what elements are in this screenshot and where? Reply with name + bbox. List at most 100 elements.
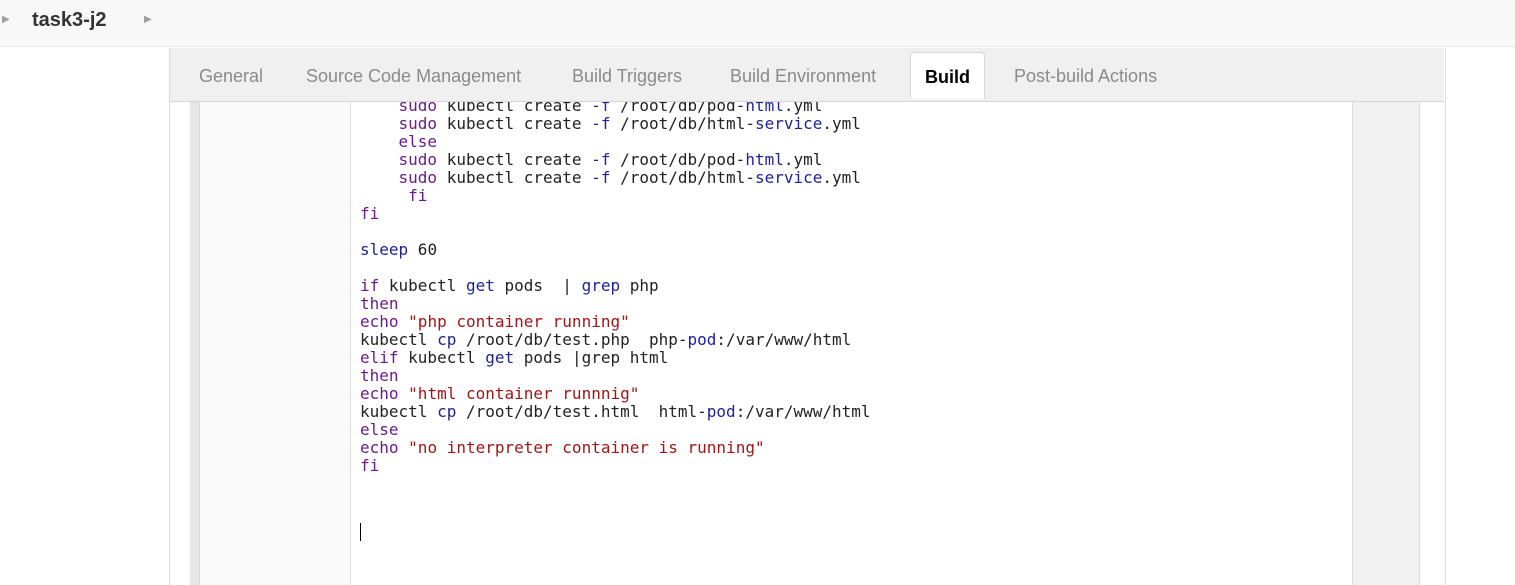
code-token: pods |grep html bbox=[514, 348, 669, 367]
code-token: -f bbox=[591, 150, 611, 169]
code-line: fi bbox=[360, 457, 871, 475]
code-token: php bbox=[620, 276, 659, 295]
tab-general[interactable]: General bbox=[199, 66, 263, 87]
code-line: else bbox=[360, 133, 871, 151]
code-line: sudo kubectl create -f /root/db/html-ser… bbox=[360, 169, 871, 187]
code-token: /root/db/html- bbox=[610, 114, 755, 133]
code-token: pods | bbox=[494, 276, 582, 295]
code-line: echo "no interpreter container is runnin… bbox=[360, 439, 871, 457]
code-line: then bbox=[360, 295, 871, 313]
tab-post-build-actions[interactable]: Post-build Actions bbox=[1014, 66, 1157, 87]
code-token: service bbox=[754, 114, 823, 133]
code-line: fi bbox=[360, 205, 871, 223]
tab-build-environment[interactable]: Build Environment bbox=[730, 66, 876, 87]
code-token: kubectl create bbox=[437, 114, 592, 133]
code-token: /root/db/pod- bbox=[610, 150, 746, 169]
chevron-right-icon[interactable]: ▶ bbox=[2, 14, 10, 25]
code-token: else bbox=[360, 420, 399, 439]
shell-command-code: sudo kubectl create -f /root/db/pod-html… bbox=[360, 102, 871, 475]
code-line: kubectl cp /root/db/test.html html-pod:/… bbox=[360, 403, 871, 421]
code-token: -f bbox=[591, 168, 611, 187]
code-token: cp bbox=[437, 402, 457, 421]
code-token: .yml bbox=[822, 114, 861, 133]
job-config-panel: General Source Code Management Build Tri… bbox=[169, 48, 1446, 585]
code-token: html bbox=[745, 150, 784, 169]
code-token: kubectl bbox=[360, 330, 438, 349]
code-token: get bbox=[465, 276, 495, 295]
code-token: then bbox=[360, 294, 399, 313]
section-left-gutter bbox=[200, 102, 351, 585]
code-line: kubectl cp /root/db/test.php php-pod:/va… bbox=[360, 331, 871, 349]
code-line: if kubectl get pods | grep php bbox=[360, 277, 871, 295]
code-token: /root/db/html- bbox=[610, 168, 755, 187]
code-line: elif kubectl get pods |grep html bbox=[360, 349, 871, 367]
code-token: fi bbox=[360, 456, 380, 475]
code-token: kubectl create bbox=[437, 150, 592, 169]
config-tab-bar: General Source Code Management Build Tri… bbox=[170, 48, 1444, 102]
code-token: kubectl bbox=[360, 402, 438, 421]
code-token: .yml bbox=[822, 168, 861, 187]
code-token: :/var/www/html bbox=[735, 402, 871, 421]
tab-source-code-management[interactable]: Source Code Management bbox=[306, 66, 521, 87]
code-token: if bbox=[360, 276, 380, 295]
code-token: elif bbox=[360, 348, 399, 367]
code-line: sleep 60 bbox=[360, 241, 871, 259]
code-token: service bbox=[754, 168, 823, 187]
tab-build-triggers[interactable]: Build Triggers bbox=[572, 66, 682, 87]
tab-build[interactable]: Build bbox=[910, 52, 985, 99]
chevron-right-icon[interactable]: ▶ bbox=[144, 14, 152, 25]
section-right-gutter bbox=[1353, 102, 1420, 585]
code-token: -f bbox=[591, 114, 611, 133]
code-token: get bbox=[485, 348, 515, 367]
code-token: "html container runnnig" bbox=[408, 384, 640, 403]
code-line: else bbox=[360, 421, 871, 439]
code-token: pod bbox=[687, 330, 717, 349]
section-left-border bbox=[190, 102, 200, 585]
code-token: sleep bbox=[360, 240, 409, 259]
code-token: sudo bbox=[398, 114, 438, 133]
code-token: grep bbox=[581, 276, 621, 295]
code-token: sudo bbox=[398, 168, 438, 187]
code-line: sudo kubectl create -f /root/db/pod-html… bbox=[360, 151, 871, 169]
code-line: fi bbox=[360, 187, 871, 205]
code-token: pod bbox=[706, 402, 736, 421]
code-token: /root/db/test.html html- bbox=[456, 402, 707, 421]
code-token: sudo bbox=[398, 150, 438, 169]
text-cursor bbox=[360, 523, 361, 541]
code-line: echo "html container runnnig" bbox=[360, 385, 871, 403]
code-token: echo bbox=[360, 384, 399, 403]
code-token: kubectl create bbox=[437, 168, 592, 187]
code-line: echo "php container running" bbox=[360, 313, 871, 331]
code-token: 60 bbox=[408, 240, 438, 259]
breadcrumb-job-title[interactable]: task3-j2 bbox=[32, 9, 107, 32]
code-token: cp bbox=[437, 330, 457, 349]
code-line: sudo kubectl create -f /root/db/html-ser… bbox=[360, 115, 871, 133]
code-token: /root/db/test.php php- bbox=[456, 330, 688, 349]
breadcrumb: ▶ task3-j2 ▶ bbox=[0, 0, 1515, 47]
code-token: fi bbox=[408, 186, 428, 205]
shell-command-editor[interactable]: sudo kubectl create -f /root/db/pod-html… bbox=[351, 102, 1353, 585]
code-token: echo bbox=[360, 438, 399, 457]
code-token: "php container running" bbox=[408, 312, 630, 331]
code-line: then bbox=[360, 367, 871, 385]
code-token: else bbox=[398, 132, 438, 151]
code-token: :/var/www/html bbox=[716, 330, 852, 349]
code-token: then bbox=[360, 366, 399, 385]
code-token: "no interpreter container is running" bbox=[408, 438, 765, 457]
code-token: kubectl bbox=[379, 276, 466, 295]
code-token: .yml bbox=[783, 150, 823, 169]
code-token: echo bbox=[360, 312, 399, 331]
code-token: kubectl bbox=[398, 348, 486, 367]
code-token: fi bbox=[360, 204, 380, 223]
section-right-edge bbox=[1420, 102, 1444, 585]
